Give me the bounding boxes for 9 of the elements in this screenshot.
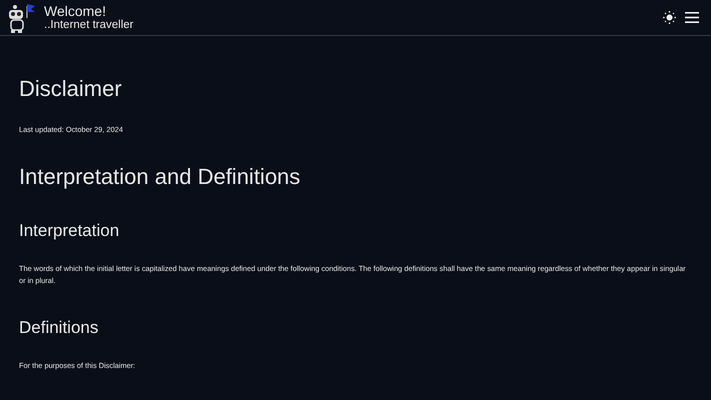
site-title: Welcome!	[44, 2, 107, 19]
robot-icon	[7, 2, 37, 34]
site-subtitle: ..Internet traveller	[44, 18, 134, 32]
heading: Definitions	[19, 318, 100, 338]
heading: Interpretation	[19, 221, 120, 241]
heading: Interpretation and Definitions	[19, 164, 302, 190]
theme-toggle-icon[interactable]	[663, 11, 676, 24]
heading: Disclaimer	[19, 76, 123, 102]
menu-icon[interactable]	[685, 12, 699, 23]
